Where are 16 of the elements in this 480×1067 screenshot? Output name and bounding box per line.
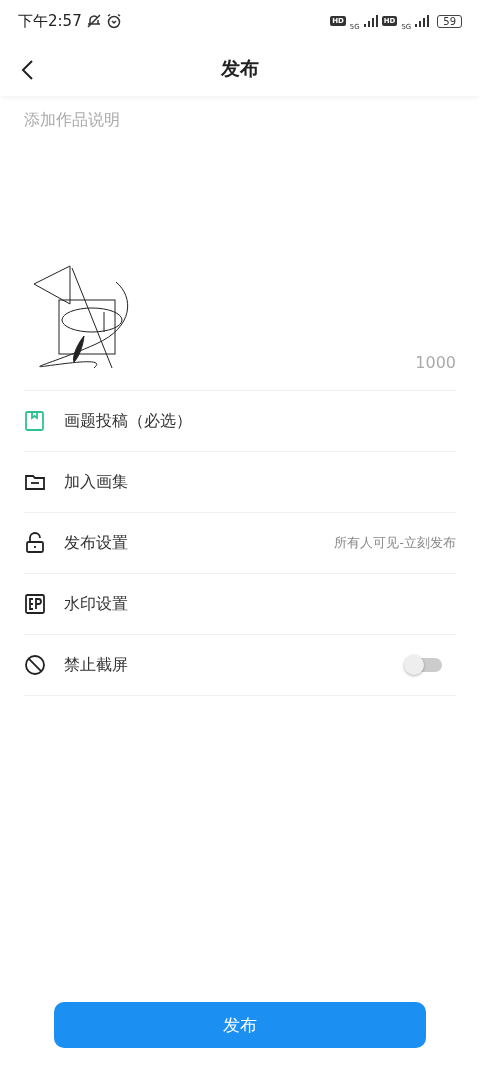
setting-label[interactable]: 水印设置 [64, 593, 456, 615]
signal-icon [415, 15, 430, 27]
setting-label[interactable]: 加入画集 [64, 471, 456, 493]
status-time: 下午2:57 [18, 11, 82, 31]
bell-off-icon [85, 13, 102, 29]
signal-icon [363, 15, 378, 27]
back-icon [20, 59, 34, 81]
setting-label[interactable]: 禁止截屏 [64, 654, 408, 676]
setting-value: 所有人可见-立刻发布 [334, 534, 456, 552]
page-title: 发布 [221, 56, 259, 81]
description-field[interactable]: 添加作品说明 [24, 108, 456, 132]
setting-label[interactable]: 发布设置 [64, 532, 335, 554]
battery-level: 59 [437, 14, 462, 28]
setting-label[interactable]: 画题投稿（必选） [64, 410, 456, 432]
alarm-icon [105, 13, 122, 29]
character-counter: 1000 [415, 353, 456, 372]
